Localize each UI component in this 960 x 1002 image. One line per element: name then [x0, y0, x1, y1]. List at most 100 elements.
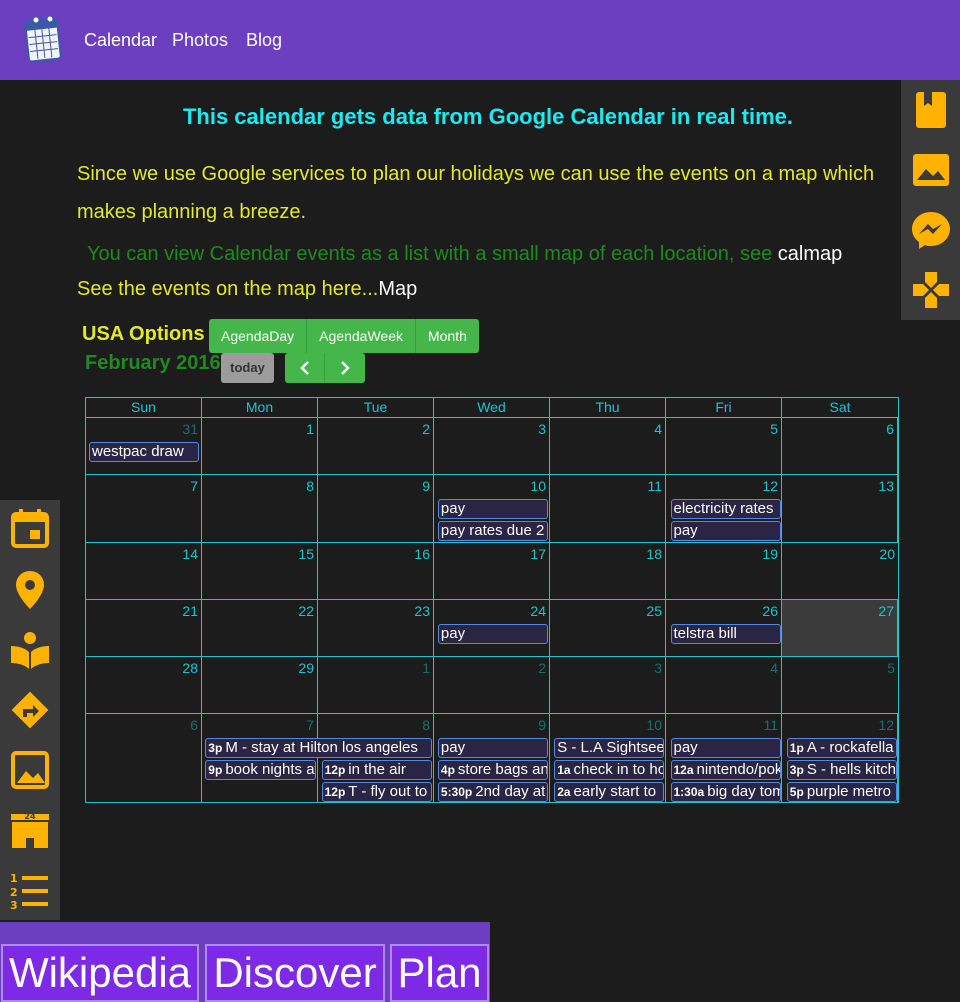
calendar-event[interactable]: 5p purple metro	[786, 782, 898, 802]
day-cell[interactable]: 20	[782, 543, 898, 599]
day-number: 26	[762, 603, 778, 619]
calendar-event[interactable]: 1acheck in to hotel	[554, 760, 665, 780]
nav-calendar-link[interactable]: Calendar	[84, 30, 157, 51]
day-cell[interactable]: 22	[202, 600, 318, 656]
agenda-day-button[interactable]: AgendaDay	[209, 319, 308, 353]
store-24h-icon[interactable]: 24	[10, 810, 50, 850]
calendar-event[interactable]: pay	[670, 521, 781, 541]
day-cell[interactable]: 27	[782, 600, 898, 656]
location-pin-icon[interactable]	[10, 570, 50, 610]
day-number: 21	[182, 603, 198, 619]
agenda-week-button[interactable]: AgendaWeek	[307, 319, 416, 353]
map-link[interactable]: Map	[378, 278, 417, 300]
day-cell[interactable]: 5	[666, 418, 782, 474]
day-cell[interactable]: 6	[86, 714, 202, 802]
day-cell[interactable]: 7	[202, 714, 318, 802]
calendar-event[interactable]: pay	[670, 738, 781, 758]
calendar-event[interactable]: 12p in the air	[321, 760, 432, 780]
nav-photos-link[interactable]: Photos	[172, 30, 228, 51]
calendar-event[interactable]: 3pS - hells kitchen	[786, 760, 898, 780]
calendar-event[interactable]: 4p store bags and	[437, 760, 549, 780]
event-title: electricity rates	[673, 500, 774, 517]
image-icon[interactable]	[911, 150, 951, 190]
calendar-event[interactable]: 9p book nights at	[205, 760, 316, 780]
day-cell[interactable]: 17	[434, 543, 550, 599]
day-cell[interactable]: 7	[86, 475, 202, 542]
day-cell[interactable]: 21	[86, 600, 202, 656]
day-cell[interactable]: 14	[86, 543, 202, 599]
reader-icon[interactable]	[10, 630, 50, 670]
day-cell[interactable]: 8	[202, 475, 318, 542]
day-cell[interactable]: 15	[202, 543, 318, 599]
calendar-event[interactable]: 5:30p 2nd day at	[437, 782, 549, 802]
month-button[interactable]: Month	[415, 319, 479, 353]
calendar-event[interactable]: pay	[437, 499, 549, 519]
day-number: 20	[879, 546, 895, 562]
next-month-button[interactable]	[325, 353, 365, 383]
bookmark-icon[interactable]	[911, 90, 951, 130]
day-cell[interactable]: 2	[434, 657, 550, 713]
day-number: 9	[538, 717, 546, 733]
calendar-event[interactable]: 1p A - rockafella	[786, 738, 898, 758]
day-cell[interactable]: 13	[782, 475, 898, 542]
day-cell[interactable]: 16	[318, 543, 434, 599]
day-number: 12	[878, 717, 894, 733]
calendar-event[interactable]: 2a early start to	[554, 782, 665, 802]
event-title: big day tomorrow	[707, 783, 780, 800]
chevron-right-icon	[341, 361, 350, 375]
day-number: 11	[763, 717, 778, 733]
map-note-text: See the events on the map here...	[77, 278, 379, 300]
day-cell[interactable]: 1	[318, 657, 434, 713]
directions-icon[interactable]	[10, 690, 50, 730]
today-button[interactable]: today	[221, 353, 274, 383]
day-cell[interactable]: 9	[318, 475, 434, 542]
day-number: 7	[190, 478, 198, 494]
day-cell[interactable]: 11	[550, 475, 666, 542]
messenger-icon[interactable]	[911, 210, 951, 250]
plan-button[interactable]: Plan	[390, 944, 489, 1002]
event-title: S - L.A Sightseeing	[557, 739, 665, 756]
nav-arrows	[285, 353, 365, 383]
day-number: 15	[298, 546, 314, 562]
day-cell[interactable]: 4	[550, 418, 666, 474]
day-cell[interactable]: 6	[782, 418, 898, 474]
calendar-event[interactable]: 12anintendo/pokemon	[670, 760, 781, 780]
list-view-note: You can view Calendar events as a list w…	[87, 243, 842, 266]
calendar-event[interactable]: pay	[437, 624, 549, 644]
nav-blog-link[interactable]: Blog	[246, 30, 282, 51]
calendar-event[interactable]: 12p T - fly out to	[321, 782, 432, 802]
calendar-event[interactable]: pay	[437, 738, 549, 758]
prev-month-button[interactable]	[285, 353, 325, 383]
day-cell[interactable]: 5	[782, 657, 898, 713]
calendar-event[interactable]: 1:30abig day tomorrow	[670, 782, 781, 802]
numbered-list-icon[interactable]: 123	[10, 870, 50, 910]
top-nav-bar: Calendar Photos Blog	[0, 0, 960, 80]
day-cell[interactable]: 29	[202, 657, 318, 713]
day-cell[interactable]: 1	[202, 418, 318, 474]
calendar-event[interactable]: telstra bill	[670, 624, 781, 644]
day-cell[interactable]: 19	[666, 543, 782, 599]
calmap-link[interactable]: calmap	[778, 243, 842, 265]
view-switcher: AgendaDay AgendaWeek Month	[209, 319, 479, 353]
wikipedia-button[interactable]: Wikipedia	[1, 944, 199, 1002]
day-cell[interactable]: 3	[550, 657, 666, 713]
image-icon[interactable]	[10, 750, 50, 790]
calendar-event[interactable]: electricity rates	[670, 499, 781, 519]
calendar-event[interactable]: pay rates due 2	[437, 521, 549, 541]
day-cell[interactable]: 3	[434, 418, 550, 474]
day-cell[interactable]: 4	[666, 657, 782, 713]
day-number: 2	[538, 660, 546, 676]
calendar-event[interactable]: 3p M - stay at Hilton los angeles	[205, 738, 432, 758]
day-cell[interactable]: 23	[318, 600, 434, 656]
event-time: 5p	[789, 785, 804, 799]
day-cell[interactable]: 28	[86, 657, 202, 713]
day-cell[interactable]: 25	[550, 600, 666, 656]
discover-button[interactable]: Discover	[205, 944, 385, 1002]
calendar-event[interactable]: westpac draw	[89, 442, 200, 462]
day-cell[interactable]: 2	[318, 418, 434, 474]
calendar-event[interactable]: S - L.A Sightseeing	[554, 738, 665, 758]
calendar-icon[interactable]	[10, 508, 50, 548]
calendar-logo-icon[interactable]	[24, 14, 64, 64]
game-icon[interactable]	[911, 270, 951, 310]
day-cell[interactable]: 18	[550, 543, 666, 599]
